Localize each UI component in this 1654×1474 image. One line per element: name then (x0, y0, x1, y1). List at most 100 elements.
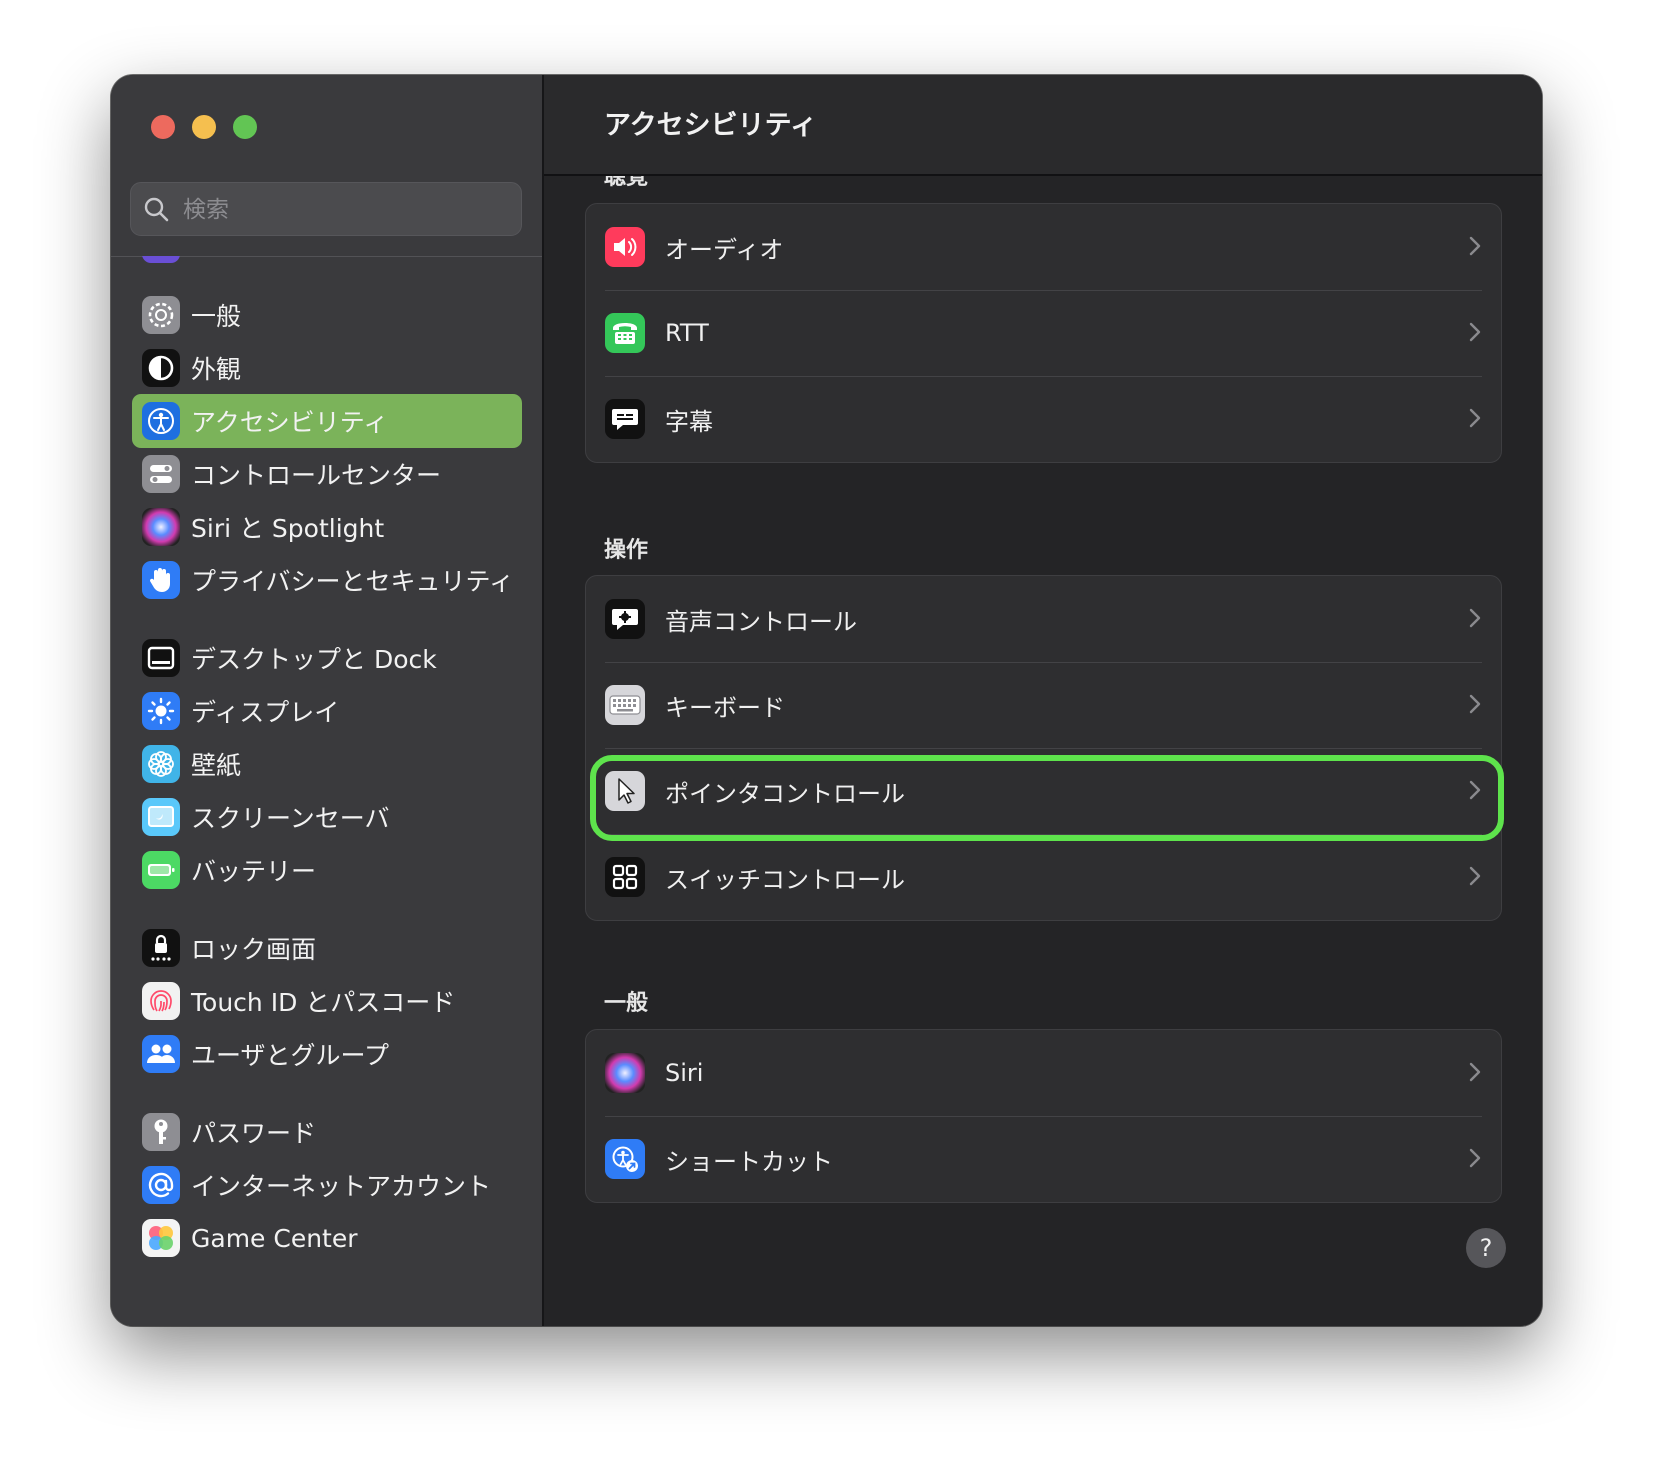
interaction-group: 音声コントロール キーボード ポインタコントロール スイッチコントロール (585, 575, 1502, 921)
sidebar: スクリーンタイム 一般 外観 アクセシビリティ (111, 75, 544, 1326)
appearance-icon (142, 349, 180, 387)
chevron-right-icon (1469, 236, 1481, 256)
pointer-icon (605, 771, 645, 811)
window-controls (151, 115, 257, 139)
sidebar-item-label: コントロールセンター (191, 461, 442, 490)
gear-icon (142, 296, 180, 334)
page-title: アクセシビリティ (604, 110, 818, 141)
sidebar-item-label: 外観 (191, 355, 242, 384)
chevron-right-icon (1469, 608, 1481, 628)
sidebar-item-internet-accounts[interactable]: インターネットアカウント (132, 1158, 522, 1212)
sidebar-item-lock-screen[interactable]: ロック画面 (132, 921, 522, 975)
row-keyboard[interactable]: キーボード (586, 662, 1501, 748)
toolbar: アクセシビリティ (544, 75, 1542, 176)
sidebar-item-touch-id[interactable]: Touch ID とパスコード (132, 974, 522, 1028)
chevron-right-icon (1469, 866, 1481, 886)
row-voice-control[interactable]: 音声コントロール (586, 576, 1501, 662)
sidebar-item-label: ロック画面 (191, 935, 317, 964)
sidebar-item-display[interactable]: ディスプレイ (132, 684, 522, 738)
sidebar-item-accessibility[interactable]: アクセシビリティ (132, 394, 522, 448)
sidebar-item-passwords[interactable]: パスワード (132, 1105, 522, 1159)
sidebar-item-label: パスワード (191, 1119, 317, 1148)
sidebar-item-label: アクセシビリティ (191, 408, 389, 437)
row-label: ショートカット (665, 1147, 833, 1176)
sun-icon (142, 692, 180, 730)
sidebar-item-label: プライバシーとセキュリティ (191, 567, 515, 596)
zoom-button[interactable] (233, 115, 257, 139)
sidebar-item-game-center[interactable]: Game Center (132, 1211, 522, 1265)
sidebar-item-label: Siri と Spotlight (191, 514, 385, 543)
sidebar-item-appearance[interactable]: 外観 (132, 341, 522, 395)
sidebar-item-label: Game Center (191, 1223, 358, 1253)
row-pointer-control[interactable]: ポインタコントロール (586, 748, 1501, 834)
sidebar-item-screensaver[interactable]: スクリーンセーバ (132, 790, 522, 844)
sidebar-item-label: インターネットアカウント (191, 1172, 492, 1201)
search-field[interactable] (130, 182, 522, 237)
chevron-right-icon (1469, 408, 1481, 428)
row-switch-control[interactable]: スイッチコントロール (586, 834, 1501, 920)
sidebar-item-label: ユーザとグループ (191, 1041, 390, 1070)
at-icon (142, 1166, 180, 1204)
siri-icon (605, 1053, 645, 1093)
search-input[interactable] (181, 183, 505, 237)
speaker-icon (605, 227, 645, 267)
game-center-icon (142, 1219, 180, 1257)
main-pane: アクセシビリティ 聴覚 オーディオ RTT 字幕 操作 音声コントロール キーボ… (544, 75, 1542, 1326)
chevron-right-icon (1469, 780, 1481, 800)
control-center-icon (142, 455, 180, 493)
help-button[interactable]: ? (1466, 1228, 1506, 1268)
row-label: キーボード (665, 693, 785, 722)
sidebar-item-privacy-security[interactable]: プライバシーとセキュリティ (132, 553, 522, 607)
sidebar-item-label: Touch ID とパスコード (191, 988, 456, 1017)
row-siri[interactable]: Siri (586, 1030, 1501, 1116)
sidebar-item-desktop-dock[interactable]: デスクトップと Dock (132, 631, 522, 685)
sidebar-list: スクリーンタイム 一般 外観 アクセシビリティ コントロールセンター Siri … (111, 256, 542, 1326)
row-label: Siri (665, 1059, 704, 1087)
row-label: オーディオ (665, 235, 784, 264)
section-header-general: 一般 (604, 991, 649, 1016)
sidebar-item-battery[interactable]: バッテリー (132, 843, 522, 897)
switch-control-icon (605, 857, 645, 897)
accessibility-icon (142, 402, 180, 440)
keyboard-icon (605, 685, 645, 725)
row-captions[interactable]: 字幕 (586, 376, 1501, 462)
row-shortcuts[interactable]: ショートカット (586, 1116, 1501, 1202)
sidebar-item-label: ディスプレイ (191, 698, 340, 727)
hearing-group: オーディオ RTT 字幕 (585, 203, 1502, 463)
search-icon (143, 196, 169, 226)
sidebar-item-label: 一般 (191, 302, 242, 331)
fingerprint-icon (142, 982, 180, 1020)
screensaver-icon (142, 798, 180, 836)
voice-control-icon (605, 599, 645, 639)
row-audio[interactable]: オーディオ (586, 204, 1501, 290)
siri-icon (142, 508, 180, 546)
row-label: RTT (665, 319, 709, 347)
captions-icon (605, 399, 645, 439)
shortcut-icon (605, 1139, 645, 1179)
sidebar-item-users-groups[interactable]: ユーザとグループ (132, 1027, 522, 1081)
sidebar-item-label: スクリーンセーバ (191, 804, 390, 833)
row-rtt[interactable]: RTT (586, 290, 1501, 376)
chevron-right-icon (1469, 1148, 1481, 1168)
settings-window: スクリーンタイム 一般 外観 アクセシビリティ (111, 75, 1542, 1326)
row-label: スイッチコントロール (665, 865, 905, 894)
sidebar-item-general[interactable]: 一般 (132, 288, 522, 342)
users-icon (142, 1035, 180, 1073)
rtt-phone-icon (605, 313, 645, 353)
row-label: 字幕 (665, 407, 713, 436)
section-header-interaction: 操作 (604, 538, 649, 563)
sidebar-item-label: デスクトップと Dock (191, 645, 437, 674)
key-icon (142, 1113, 180, 1151)
sidebar-item-siri-spotlight[interactable]: Siri と Spotlight (132, 500, 522, 554)
sidebar-item-wallpaper[interactable]: 壁紙 (132, 737, 522, 791)
row-label: 音声コントロール (665, 607, 857, 636)
minimize-button[interactable] (192, 115, 216, 139)
flower-icon (142, 745, 180, 783)
dock-icon (142, 639, 180, 677)
sidebar-item-control-center[interactable]: コントロールセンター (132, 447, 522, 501)
close-button[interactable] (151, 115, 175, 139)
chevron-right-icon (1469, 322, 1481, 342)
lock-icon (142, 929, 180, 967)
general-group: Siri ショートカット (585, 1029, 1502, 1203)
row-label: ポインタコントロール (665, 779, 905, 808)
